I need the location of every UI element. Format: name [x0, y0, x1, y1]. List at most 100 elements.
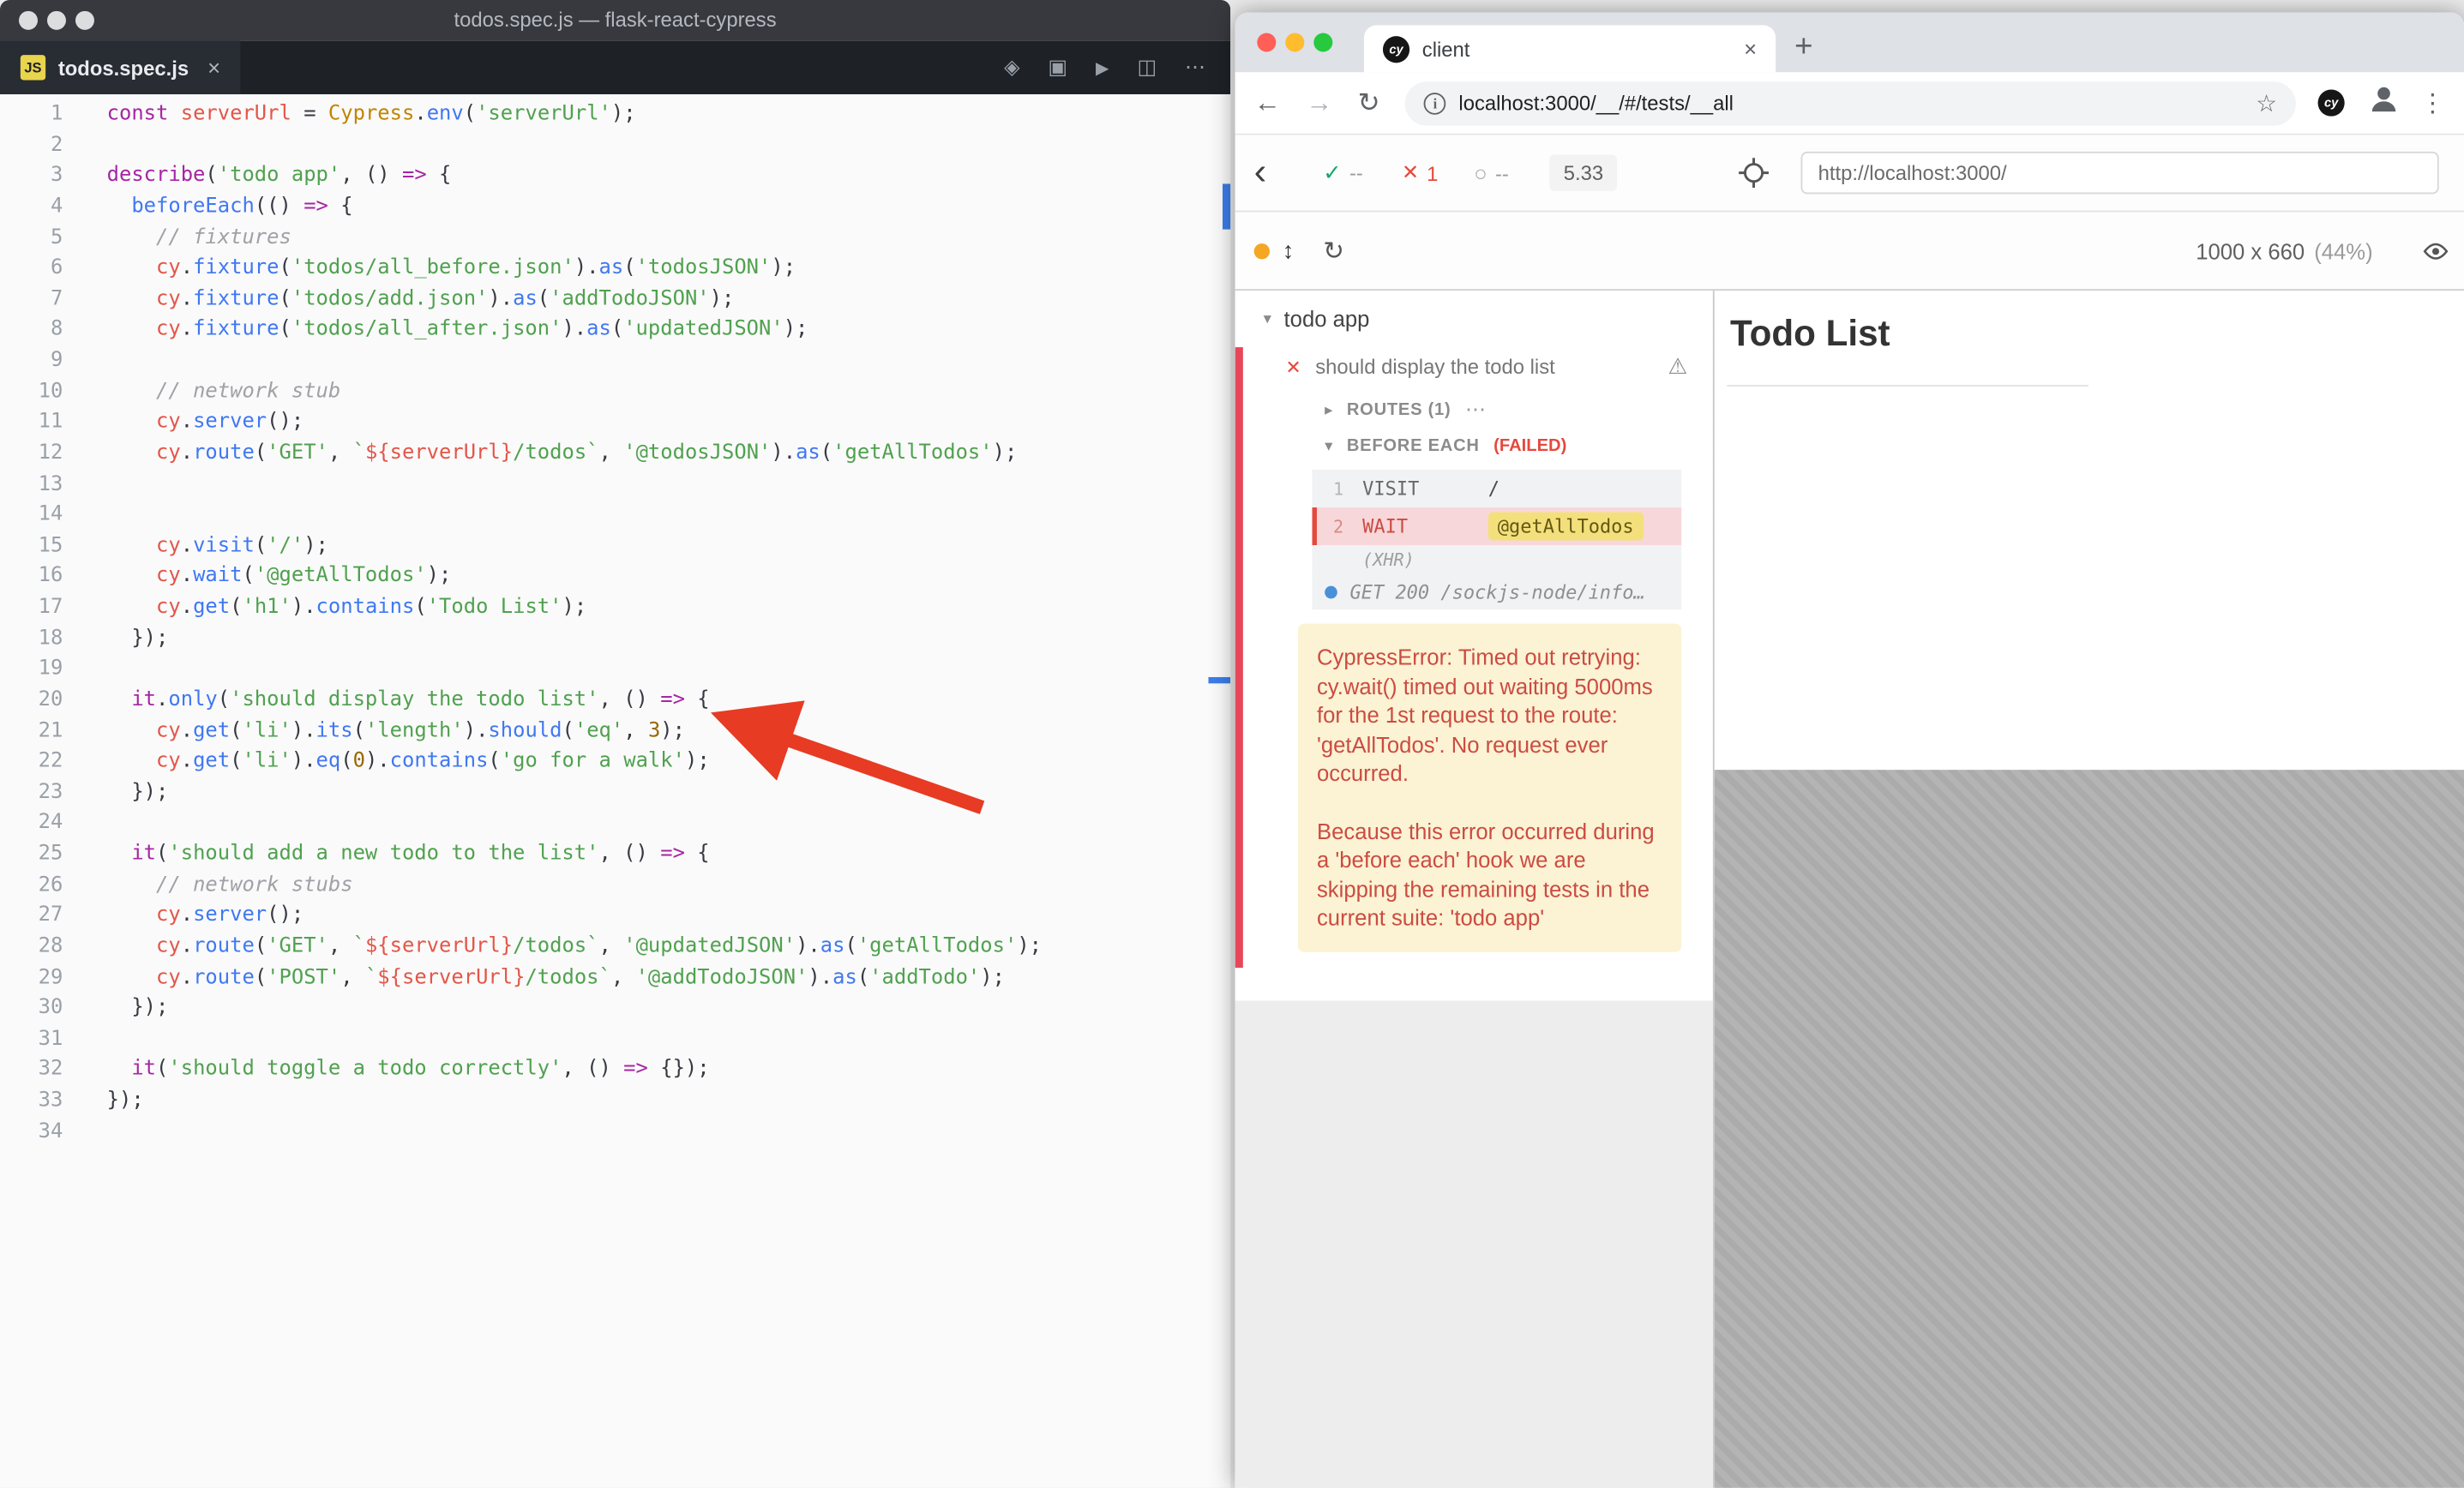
- code-line[interactable]: 10 // network stub: [0, 376, 1230, 407]
- forward-icon[interactable]: →: [1306, 87, 1332, 119]
- code-line[interactable]: 2: [0, 129, 1230, 160]
- code-line[interactable]: 11 cy.server();: [0, 407, 1230, 438]
- test-failed-icon: ✕: [1285, 356, 1301, 378]
- code-text: [63, 500, 106, 531]
- code-line[interactable]: 23 });: [0, 777, 1230, 808]
- code-line[interactable]: 20 it.only('should display the todo list…: [0, 685, 1230, 716]
- scale-updown-icon[interactable]: ↕: [1283, 237, 1295, 264]
- code-line[interactable]: 9: [0, 345, 1230, 376]
- code-line[interactable]: 6 cy.fixture('todos/all_before.json').as…: [0, 253, 1230, 284]
- code-line[interactable]: 13: [0, 469, 1230, 500]
- editor-tab[interactable]: JS todos.spec.js ×: [0, 41, 241, 94]
- code-line[interactable]: 26 // network stubs: [0, 870, 1230, 901]
- code-editor[interactable]: 1const serverUrl = Cypress.env('serverUr…: [0, 94, 1230, 1488]
- address-bar[interactable]: i localhost:3000/__/#/tests/__all ☆: [1405, 81, 2296, 124]
- xhr-label: (XHR): [1312, 550, 1414, 571]
- code-text: it('should add a new todo to the list', …: [63, 839, 709, 870]
- collapse-caret-icon[interactable]: ▾: [1264, 310, 1271, 327]
- code-line[interactable]: 12 cy.route('GET', `${serverUrl}/todos`,…: [0, 438, 1230, 469]
- split-editor-icon[interactable]: ◫: [1137, 55, 1157, 80]
- restart-tests-icon[interactable]: ↻: [1323, 235, 1344, 267]
- run-icon[interactable]: ▶: [1096, 57, 1109, 78]
- code-line[interactable]: 25 it('should add a new todo to the list…: [0, 839, 1230, 870]
- command-list: 1 VISIT / 2 WAIT @getAllTodos (XHR): [1312, 470, 1681, 609]
- page-info-icon[interactable]: i: [1424, 92, 1446, 114]
- code-line[interactable]: 30 });: [0, 993, 1230, 1024]
- command-row-wait[interactable]: 2 WAIT @getAllTodos: [1312, 507, 1681, 545]
- line-number: 27: [0, 901, 63, 932]
- browser-toolbar: ← → ↻ i localhost:3000/__/#/tests/__all …: [1235, 72, 2464, 135]
- suite-row[interactable]: ▾ todo app: [1264, 306, 1370, 331]
- format-icon[interactable]: ◈: [1004, 55, 1019, 80]
- reload-icon[interactable]: ↻: [1358, 87, 1380, 119]
- code-line[interactable]: 31: [0, 1024, 1230, 1055]
- back-icon[interactable]: ←: [1254, 87, 1281, 119]
- app-url-field[interactable]: http://localhost:3000/: [1801, 152, 2439, 194]
- routes-section[interactable]: ▸ ROUTES (1) ⋯: [1325, 398, 1487, 423]
- code-text: cy.server();: [63, 901, 303, 932]
- tab-close-icon[interactable]: ×: [207, 55, 220, 80]
- editor-titlebar[interactable]: todos.spec.js — flask-react-cypress: [0, 0, 1230, 41]
- code-text: [63, 129, 106, 160]
- code-line[interactable]: 15 cy.visit('/');: [0, 531, 1230, 561]
- code-line[interactable]: 33});: [0, 1086, 1230, 1117]
- cypress-extension-icon[interactable]: cy: [2318, 89, 2345, 116]
- code-text: describe('todo app', () => {: [63, 160, 451, 191]
- xhr-request-row[interactable]: GET 200 /sockjs-node/info…: [1312, 575, 1681, 609]
- viewport-info-icon[interactable]: [2423, 241, 2448, 260]
- line-number: 21: [0, 716, 63, 747]
- code-line[interactable]: 27 cy.server();: [0, 901, 1230, 932]
- command-row-visit[interactable]: 1 VISIT /: [1312, 470, 1681, 507]
- code-line[interactable]: 19: [0, 654, 1230, 685]
- address-bar-url[interactable]: localhost:3000/__/#/tests/__all: [1458, 91, 2243, 114]
- code-line[interactable]: 4 beforeEach(() => {: [0, 191, 1230, 222]
- code-line[interactable]: 14: [0, 500, 1230, 531]
- window-zoom-button[interactable]: [1313, 33, 1332, 51]
- code-line[interactable]: 5 // fixtures: [0, 222, 1230, 253]
- editor-actions: ◈ ▣ ▶ ◫ ⋯: [1004, 55, 1230, 80]
- code-line[interactable]: 24: [0, 808, 1230, 839]
- app-viewport[interactable]: Todo List: [1715, 291, 2464, 770]
- new-tab-button[interactable]: +: [1794, 23, 1812, 70]
- error-message[interactable]: CypressError: Timed out retrying: cy.wai…: [1298, 624, 1681, 951]
- more-icon[interactable]: ⋯: [1465, 398, 1487, 423]
- runner-back-icon[interactable]: ‹: [1254, 151, 1267, 195]
- code-line[interactable]: 8 cy.fixture('todos/all_after.json').as(…: [0, 315, 1230, 345]
- tab-close-icon[interactable]: ×: [1744, 36, 1757, 61]
- code-line[interactable]: 34: [0, 1117, 1230, 1148]
- profile-avatar-icon[interactable]: [2366, 81, 2401, 123]
- bookmark-star-icon[interactable]: ☆: [2256, 89, 2277, 117]
- code-line[interactable]: 22 cy.get('li').eq(0).contains('go for a…: [0, 747, 1230, 777]
- more-actions-icon[interactable]: ⋯: [1185, 55, 1205, 80]
- preview-icon[interactable]: ▣: [1048, 55, 1067, 80]
- expand-caret-icon[interactable]: ▸: [1325, 401, 1332, 418]
- code-line[interactable]: 1const serverUrl = Cypress.env('serverUr…: [0, 99, 1230, 129]
- line-number: 7: [0, 284, 63, 315]
- line-number: 26: [0, 870, 63, 901]
- browser-tab[interactable]: cy client ×: [1364, 25, 1776, 72]
- collapse-caret-icon[interactable]: ▾: [1325, 437, 1332, 454]
- window-close-button[interactable]: [1257, 33, 1276, 51]
- code-line[interactable]: 18 });: [0, 623, 1230, 654]
- code-line[interactable]: 7 cy.fixture('todos/add.json').as('addTo…: [0, 284, 1230, 315]
- status-dot: [1254, 243, 1270, 258]
- warning-icon[interactable]: ⚠: [1668, 353, 1688, 380]
- browser-menu-icon[interactable]: ⋮: [2420, 87, 2445, 119]
- line-number: 15: [0, 531, 63, 561]
- selector-playground-icon[interactable]: [1738, 157, 1770, 189]
- test-row[interactable]: ✕ should display the todo list ⚠: [1285, 353, 1687, 380]
- code-line[interactable]: 17 cy.get('h1').contains('Todo List');: [0, 592, 1230, 623]
- line-number: 19: [0, 654, 63, 685]
- line-number: 20: [0, 685, 63, 716]
- code-line[interactable]: 3describe('todo app', () => {: [0, 160, 1230, 191]
- code-line[interactable]: 28 cy.route('GET', `${serverUrl}/todos`,…: [0, 932, 1230, 963]
- line-number: 30: [0, 993, 63, 1024]
- code-line[interactable]: 16 cy.wait('@getAllTodos');: [0, 561, 1230, 592]
- failed-count: ✕ 1: [1402, 160, 1438, 185]
- line-number: 11: [0, 407, 63, 438]
- window-minimize-button[interactable]: [1285, 33, 1304, 51]
- before-each-section[interactable]: ▾ BEFORE EACH (FAILED): [1325, 437, 1566, 456]
- code-line[interactable]: 21 cy.get('li').its('length').should('eq…: [0, 716, 1230, 747]
- code-line[interactable]: 29 cy.route('POST', `${serverUrl}/todos`…: [0, 963, 1230, 993]
- code-line[interactable]: 32 it('should toggle a todo correctly', …: [0, 1055, 1230, 1086]
